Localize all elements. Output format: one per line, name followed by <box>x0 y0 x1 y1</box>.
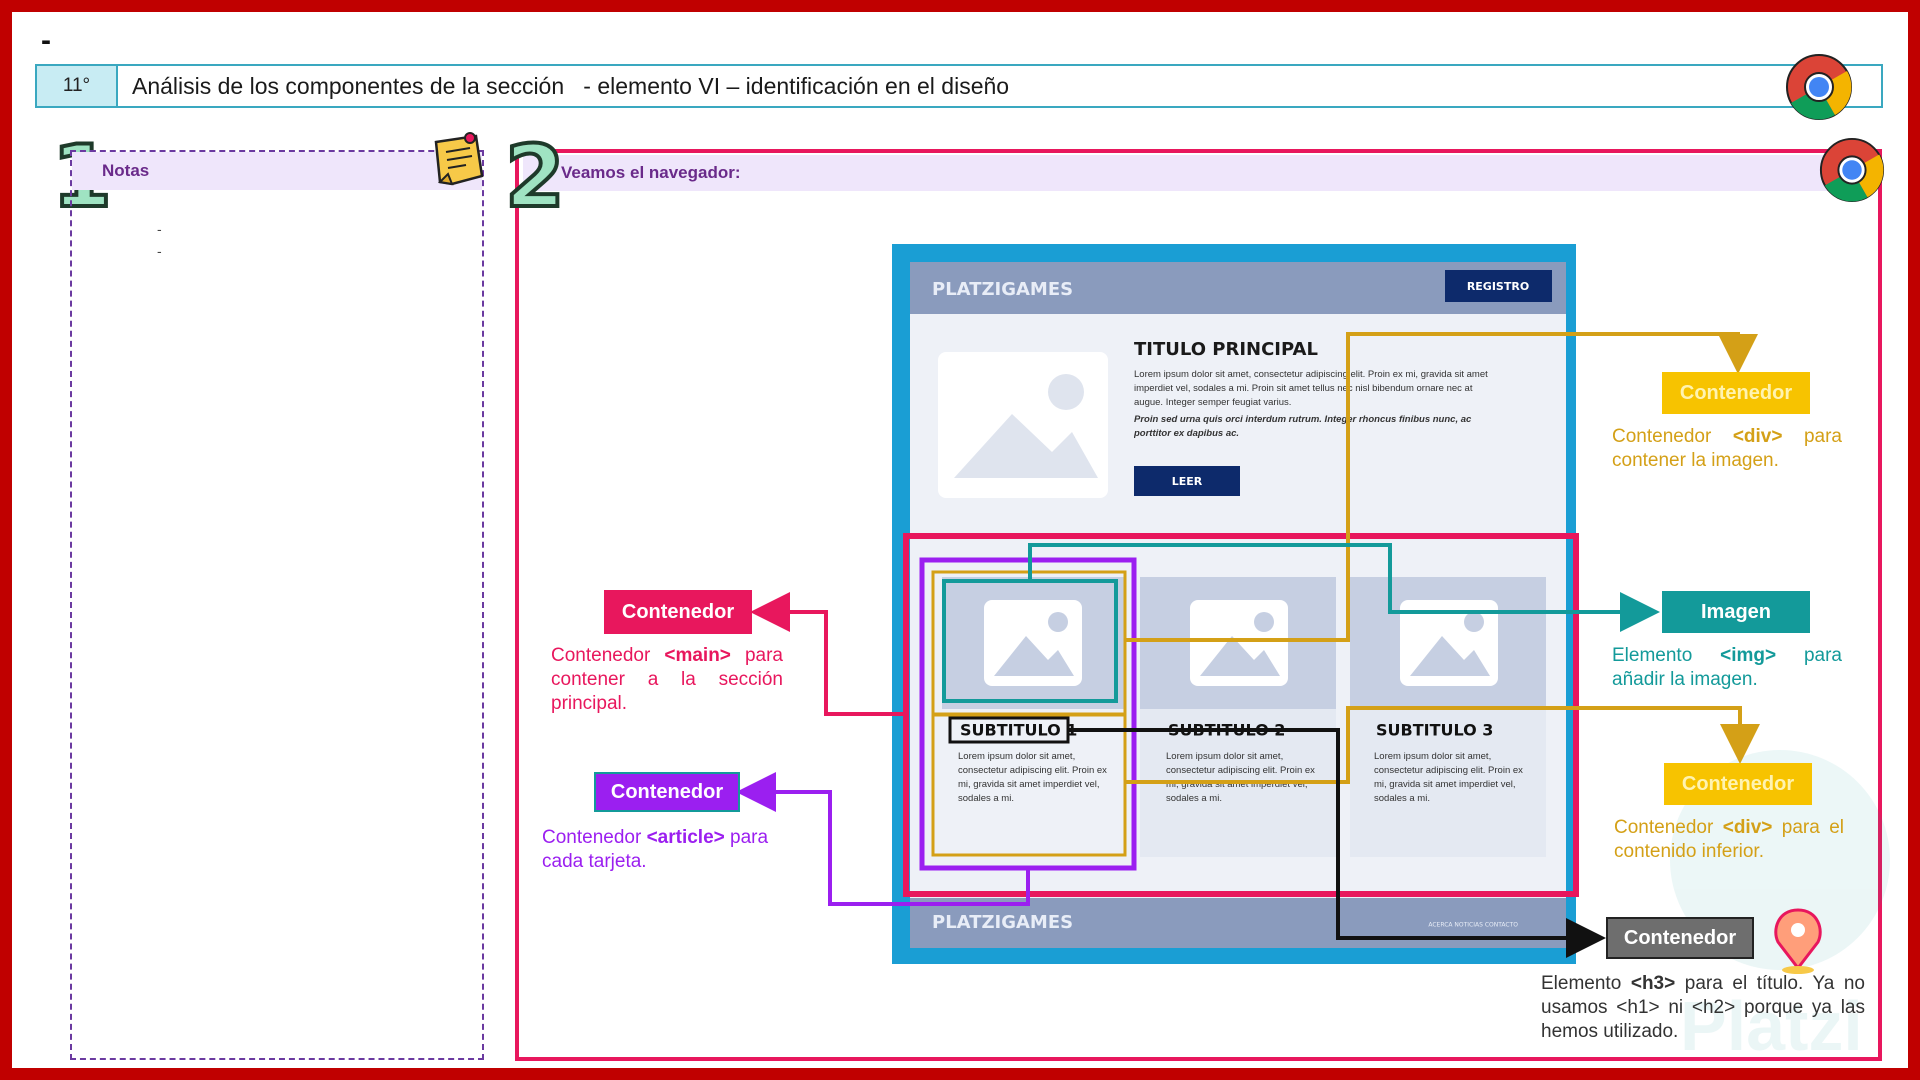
label-h3: Contenedor <box>1606 917 1754 959</box>
card-text-3: Lorem ipsum dolor sit amet, consectetur … <box>1374 751 1523 804</box>
card-subtitle-3: SUBTITULO 3 <box>1376 721 1493 740</box>
desc-img: Elemento <img> para añadir la imagen. <box>1612 645 1842 690</box>
mockup-footer-brand: PLATZIGAMES <box>932 912 1073 933</box>
label-main: Contenedor <box>604 590 752 634</box>
card-image-3 <box>1350 577 1546 709</box>
mockup-footer-links: ACERCA NOTICIAS CONTACTO <box>1428 922 1518 929</box>
label-img: Imagen <box>1662 591 1810 633</box>
label-div-image: Contenedor <box>1662 372 1810 414</box>
mockup-main-title: TITULO PRINCIPAL <box>1134 339 1318 360</box>
desc-div-image: Contenedor <div> para contener la imagen… <box>1612 426 1843 471</box>
mockup-paragraph: Lorem ipsum dolor sit amet, consectetur … <box>1134 369 1488 408</box>
label-div-content: Contenedor <box>1664 763 1812 805</box>
card-text-1: Lorem ipsum dolor sit amet, consectetur … <box>958 751 1107 804</box>
label-article: Contenedor <box>594 772 740 812</box>
card-image-2 <box>1140 577 1336 709</box>
card-subtitle-1: SUBTITULO 1 <box>960 721 1077 740</box>
desc-main: Contenedor <main> para contener a la sec… <box>551 645 783 714</box>
card-text-2: Lorem ipsum dolor sit amet, consectetur … <box>1166 751 1315 804</box>
desc-article: Contenedor <article> para cada tarjeta. <box>542 827 769 872</box>
mockup-register-label: REGISTRO <box>1467 280 1529 293</box>
card-image-1 <box>942 577 1124 709</box>
mockup-brand: PLATZIGAMES <box>932 279 1073 300</box>
desc-div-content: Contenedor <div> para el contenido infer… <box>1614 817 1845 862</box>
mockup-read-label: LEER <box>1172 475 1203 488</box>
desc-h3: Elemento <h3> para el título. Ya no usam… <box>1541 973 1865 1042</box>
mockup-paragraph-italic: Proin sed urna quis orci interdum rutrum… <box>1134 414 1472 439</box>
